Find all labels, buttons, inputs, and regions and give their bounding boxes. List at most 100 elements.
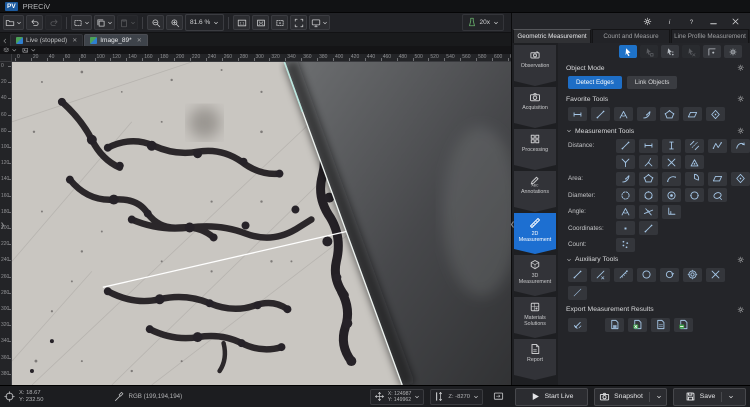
actual-size-button[interactable]: 1:1 — [233, 15, 250, 30]
measure-tool-arc-open[interactable] — [662, 172, 681, 186]
redo-button[interactable] — [45, 15, 62, 30]
export-file-save-button[interactable] — [605, 318, 624, 332]
collapse-chevron-icon[interactable] — [566, 128, 572, 134]
export-file-plain-button[interactable] — [651, 318, 670, 332]
image-stage[interactable] — [12, 62, 511, 385]
fit-screen-button[interactable] — [252, 15, 269, 30]
chevron-down-icon[interactable] — [414, 394, 420, 400]
measure-tool-ellipse-draw[interactable] — [708, 188, 727, 202]
info-button[interactable]: i — [665, 17, 674, 26]
zoom-in-button[interactable] — [166, 15, 183, 30]
paste-button[interactable] — [117, 15, 138, 30]
measure-tool-polyline[interactable] — [708, 139, 727, 153]
favorite-tool-rect-perspective[interactable] — [683, 107, 702, 121]
copy-button[interactable] — [94, 15, 115, 30]
measure-tool-circle-3pt[interactable] — [639, 188, 658, 202]
favorite-tool-arc-radius[interactable] — [637, 107, 656, 121]
auxiliary-tool-target[interactable] — [683, 268, 702, 282]
measure-tool-angle-3pt[interactable] — [616, 205, 635, 219]
minimize-button[interactable] — [709, 17, 718, 26]
ruler-collapse-handle[interactable]: ❯ — [0, 222, 5, 229]
section-gear-icon[interactable] — [737, 306, 745, 314]
auxiliary-tool-circle-rotate[interactable] — [660, 268, 679, 282]
favorite-tool-diamond-point[interactable] — [706, 107, 725, 121]
chevron-down-icon[interactable] — [473, 394, 479, 400]
measure-tool-diamond-point[interactable] — [731, 172, 750, 186]
select-rect-button[interactable] — [71, 15, 92, 30]
export-file-excel-button[interactable] — [628, 318, 647, 332]
favorite-tool-angle-3pt[interactable] — [614, 107, 633, 121]
measure-tool-count-dots[interactable] — [616, 238, 635, 252]
auxiliary-tool-circle-outline[interactable] — [637, 268, 656, 282]
measure-tool-circle-dashed[interactable] — [616, 188, 635, 202]
panel-tab[interactable]: Line Profile Measurement — [671, 29, 749, 43]
section-gear-icon[interactable] — [737, 256, 745, 264]
measure-tool-sector[interactable] — [685, 172, 704, 186]
cursor-edit-button[interactable] — [640, 45, 658, 58]
sidebar-item-materials-solutions[interactable]: Materials Solutions — [514, 297, 556, 338]
start-live-button[interactable]: Start Live — [515, 388, 588, 406]
close-button[interactable] — [731, 17, 740, 26]
gallery-overlay-button[interactable] — [21, 47, 37, 54]
corner-tool-button[interactable] — [703, 45, 721, 58]
sidebar-item-annotations[interactable]: ABCAnnotations — [514, 171, 556, 212]
measure-tool-curve-arrow[interactable] — [731, 139, 750, 153]
link-objects-button[interactable]: Link Objects — [627, 76, 678, 89]
layers-overlay-button[interactable] — [2, 47, 18, 54]
stage-xy-control[interactable]: X: 124987 Y: 149962 — [370, 389, 425, 405]
favorite-tool-line-diagonal[interactable] — [591, 107, 610, 121]
cursor-delete-button[interactable] — [682, 45, 700, 58]
sidebar-item-acquisition[interactable]: Acquisition — [514, 87, 556, 128]
measure-tool-line-diagonal[interactable] — [639, 221, 658, 235]
auxiliary-tool-line-x[interactable] — [591, 268, 610, 282]
export-tool-draw-settings[interactable] — [568, 318, 587, 332]
detect-edges-button[interactable]: Detect Edges — [568, 76, 622, 89]
auxiliary-tool-thin-line[interactable] — [568, 286, 587, 300]
measure-tool-cross-x[interactable] — [662, 155, 681, 169]
measure-tool-line-diagonal[interactable] — [616, 139, 635, 153]
objective-selector[interactable]: 20x — [462, 14, 504, 31]
cursor-select-button[interactable] — [619, 45, 637, 58]
measure-tool-line-horizontal[interactable] — [639, 139, 658, 153]
measure-tool-perpendicular[interactable] — [662, 205, 681, 219]
sidebar-item-observation[interactable]: Observation — [514, 45, 556, 86]
stage-z-control[interactable]: Z: -8270 — [430, 389, 483, 405]
tab-scroll-left[interactable] — [1, 35, 9, 46]
measure-tool-split-y[interactable] — [616, 155, 635, 169]
display-button[interactable] — [309, 15, 330, 30]
auxiliary-tool-line-diagonal[interactable] — [568, 268, 587, 282]
auxiliary-tool-cross-x[interactable] — [706, 268, 725, 282]
undo-button[interactable] — [26, 15, 43, 30]
panel-tab[interactable]: Count and Measure — [592, 29, 670, 43]
cursor-objects-button[interactable] — [661, 45, 679, 58]
section-gear-icon[interactable] — [737, 95, 745, 103]
zoom-region-button[interactable] — [271, 15, 288, 30]
favorite-tool-polygon-vertices[interactable] — [660, 107, 679, 121]
open-button[interactable] — [3, 15, 24, 30]
auxiliary-tool-ruler-line[interactable] — [614, 268, 633, 282]
measure-tool-rect-perspective[interactable] — [708, 172, 727, 186]
measure-tool-polygon-vertices[interactable] — [639, 172, 658, 186]
sidebar-item-2d-measurement[interactable]: 2D Measurement — [514, 213, 556, 254]
document-tab[interactable]: Live (stopped)✕ — [10, 34, 83, 46]
document-tab[interactable]: Image_89*✕ — [84, 34, 147, 46]
measure-tool-triangle-point[interactable] — [685, 155, 704, 169]
save-button[interactable]: Save — [673, 388, 746, 406]
measure-tool-angle-4pt[interactable] — [639, 205, 658, 219]
full-frame-button[interactable] — [290, 15, 307, 30]
tool-gear-button[interactable] — [724, 45, 742, 58]
measure-tool-arc-radius[interactable] — [616, 172, 635, 186]
sidebar-item-report[interactable]: Report — [514, 339, 556, 380]
panel-tab[interactable]: Geometric Measurement — [513, 29, 591, 43]
tab-close-icon[interactable]: ✕ — [72, 37, 77, 44]
help-button[interactable]: ? — [687, 17, 696, 26]
measure-tool-line-vertical[interactable] — [662, 139, 681, 153]
collapse-chevron-icon[interactable] — [566, 257, 572, 263]
export-file-csv-button[interactable] — [674, 318, 693, 332]
measure-tool-parallel-measure[interactable] — [685, 139, 704, 153]
tab-close-icon[interactable]: ✕ — [137, 37, 142, 44]
zoom-level-dropdown[interactable]: 81.6 % — [185, 14, 224, 31]
measure-tool-split-arrow[interactable] — [639, 155, 658, 169]
section-gear-icon[interactable] — [737, 127, 745, 135]
measure-tool-point[interactable] — [616, 221, 635, 235]
